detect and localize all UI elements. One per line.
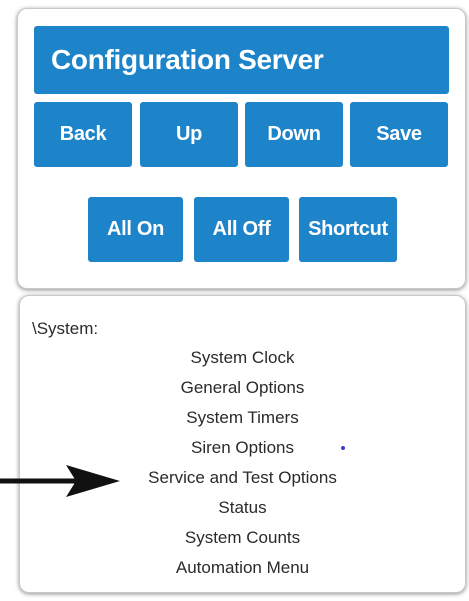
cursor-dot <box>341 446 345 450</box>
control-panel: Configuration Server Back Up Down Save A… <box>17 8 466 289</box>
menu-item-siren-options[interactable]: Siren Options <box>20 433 465 463</box>
shortcut-button[interactable]: Shortcut <box>299 197 397 262</box>
menu-item-system-timers[interactable]: System Timers <box>20 403 465 433</box>
all-off-button[interactable]: All Off <box>194 197 289 262</box>
menu-panel: \System: System Clock General Options Sy… <box>19 295 466 593</box>
page-title: Configuration Server <box>34 26 449 94</box>
menu-item-system-counts[interactable]: System Counts <box>20 523 465 553</box>
up-button[interactable]: Up <box>140 102 238 167</box>
pointer-arrow-icon <box>0 465 120 497</box>
page: Configuration Server Back Up Down Save A… <box>0 0 469 601</box>
save-button[interactable]: Save <box>350 102 448 167</box>
menu-item-automation-menu[interactable]: Automation Menu <box>20 553 465 583</box>
all-on-button[interactable]: All On <box>88 197 183 262</box>
menu-item-general-options[interactable]: General Options <box>20 373 465 403</box>
back-button[interactable]: Back <box>34 102 132 167</box>
menu-item-system-clock[interactable]: System Clock <box>20 343 465 373</box>
menu-path-label: \System: <box>32 319 99 338</box>
down-button[interactable]: Down <box>245 102 343 167</box>
